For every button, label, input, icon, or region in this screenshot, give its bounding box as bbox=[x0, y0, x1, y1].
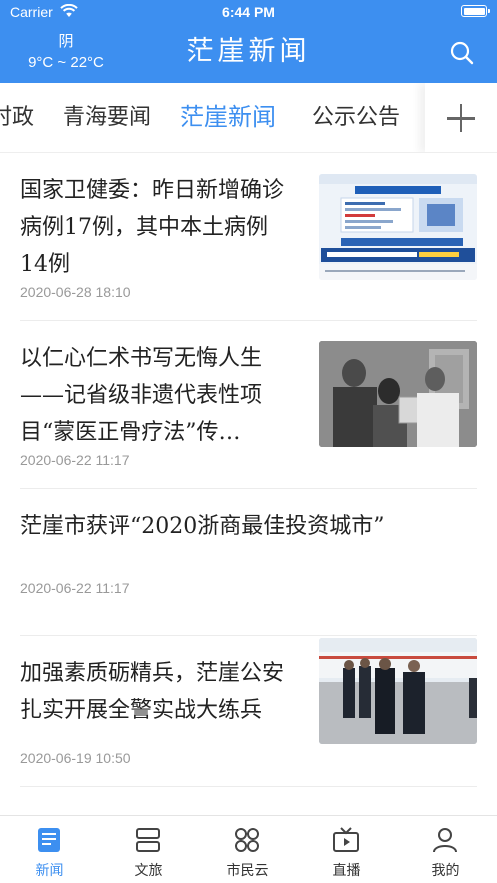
add-channel-button[interactable] bbox=[425, 83, 497, 152]
news-date: 2020-06-22 11:17 bbox=[20, 580, 130, 596]
news-title: 以仁心仁术书写无悔人生——记省级非遗代表性项目“蒙医正骨疗法”传… bbox=[20, 346, 263, 445]
doctors-photo bbox=[319, 341, 477, 447]
news-title: 国家卫健委：昨日新增确诊病例17例，其中本土病例14例 bbox=[20, 178, 285, 277]
profile-icon bbox=[433, 828, 457, 853]
news-item[interactable]: 茫崖市获评“2020浙商最佳投资城市” 2020-06-22 11:17 bbox=[20, 490, 477, 636]
news-item-partial[interactable] bbox=[20, 788, 477, 814]
live-tv-icon bbox=[333, 827, 359, 852]
news-thumbnail-police bbox=[319, 638, 477, 744]
tab-qinghai-news[interactable]: 青海要闻 bbox=[63, 102, 151, 134]
app-header: Carrier 6:44 PM 阴 9°C ~ 22°C 茫崖新闻 bbox=[0, 0, 497, 83]
nav-citizen-cloud[interactable]: 市民云 bbox=[198, 816, 297, 883]
news-title: 茫崖市获评“2020浙商最佳投资城市” bbox=[20, 514, 385, 539]
news-date: 2020-06-19 10:50 bbox=[20, 750, 131, 766]
tab-announcements[interactable]: 公示公告 bbox=[312, 102, 400, 134]
news-title: 加强素质砺精兵，茫崖公安扎实开展全警实战大练兵 bbox=[20, 661, 285, 723]
search-icon[interactable] bbox=[449, 40, 475, 66]
nav-profile[interactable]: 我的 bbox=[396, 816, 495, 883]
nav-label: 直播 bbox=[332, 863, 361, 879]
nav-label: 文旅 bbox=[134, 863, 163, 879]
nav-live[interactable]: 直播 bbox=[297, 816, 396, 883]
status-bar: Carrier 6:44 PM bbox=[0, 0, 497, 26]
tab-politics[interactable]: 时政 bbox=[0, 102, 34, 134]
category-tabs: 时政 青海要闻 茫崖新闻 公示公告 bbox=[0, 83, 497, 153]
culture-tourism-icon bbox=[136, 828, 160, 852]
news-list: 国家卫健委：昨日新增确诊病例17例，其中本土病例14例 2020-06-28 1… bbox=[0, 154, 497, 814]
nav-culture-tourism[interactable]: 文旅 bbox=[99, 816, 198, 883]
clock: 6:44 PM bbox=[222, 4, 275, 20]
nav-label: 新闻 bbox=[35, 863, 64, 879]
citizen-cloud-icon bbox=[235, 828, 259, 852]
nav-label: 我的 bbox=[431, 863, 460, 879]
battery-icon bbox=[461, 5, 490, 17]
nav-news[interactable]: 新闻 bbox=[0, 816, 99, 883]
news-item[interactable]: 国家卫健委：昨日新增确诊病例17例，其中本土病例14例 2020-06-28 1… bbox=[20, 154, 477, 321]
tab-mangya-news[interactable]: 茫崖新闻 bbox=[180, 101, 276, 133]
news-date: 2020-06-22 11:17 bbox=[20, 452, 130, 468]
police-training-photo bbox=[319, 638, 477, 744]
nav-label: 市民云 bbox=[226, 863, 269, 879]
news-thumbnail-infographic bbox=[319, 174, 477, 280]
news-item[interactable]: 加强素质砺精兵，茫崖公安扎实开展全警实战大练兵 2020-06-19 10:50 bbox=[20, 637, 477, 787]
app-title: 茫崖新闻 bbox=[186, 36, 311, 67]
news-item[interactable]: 以仁心仁术书写无悔人生——记省级非遗代表性项目“蒙医正骨疗法”传… 2020-0… bbox=[20, 322, 477, 489]
infographic-image bbox=[319, 174, 477, 280]
news-thumbnail-doctors bbox=[319, 341, 477, 447]
bottom-tab-bar: 新闻 文旅 市民云 直播 我的 bbox=[0, 815, 497, 883]
news-icon bbox=[38, 828, 60, 852]
news-date: 2020-06-28 18:10 bbox=[20, 284, 131, 300]
